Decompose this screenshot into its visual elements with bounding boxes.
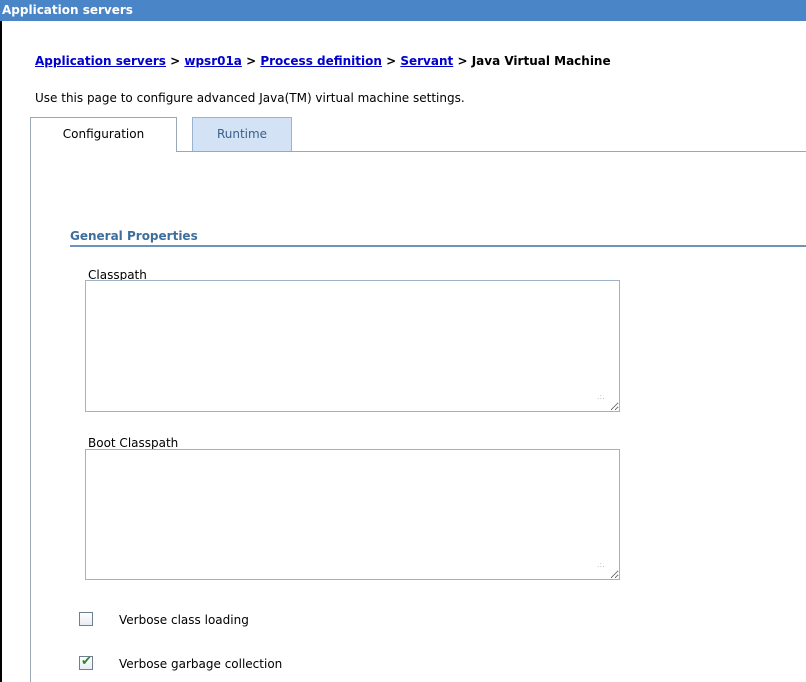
breadcrumb-link-process-definition[interactable]: Process definition — [260, 54, 382, 68]
boot-classpath-textarea[interactable] — [85, 449, 620, 580]
breadcrumb-link-application-servers[interactable]: Application servers — [35, 54, 166, 68]
tab-runtime[interactable]: Runtime — [192, 117, 292, 152]
classpath-textarea[interactable] — [85, 280, 620, 412]
verbose-class-loading-label: Verbose class loading — [119, 613, 249, 627]
window-title: Application servers — [2, 3, 133, 17]
breadcrumb-link-servant[interactable]: Servant — [400, 54, 453, 68]
section-divider — [70, 245, 806, 247]
app-frame: Application servers Application servers … — [0, 0, 806, 682]
verbose-class-loading-checkbox[interactable] — [79, 612, 93, 626]
breadcrumb-link-wpsr01a[interactable]: wpsr01a — [184, 54, 242, 68]
breadcrumb-current: Java Virtual Machine — [471, 54, 611, 68]
section-heading-general-properties: General Properties — [70, 229, 198, 243]
tab-configuration[interactable]: Configuration — [30, 117, 177, 152]
check-mark-icon: ✔ — [81, 654, 92, 669]
page-description: Use this page to configure advanced Java… — [35, 91, 465, 105]
breadcrumb: Application servers > wpsr01a > Process … — [35, 54, 611, 68]
verbose-gc-label: Verbose garbage collection — [119, 657, 283, 671]
tab-divider — [177, 151, 806, 152]
breadcrumb-separator: > — [457, 54, 472, 68]
verbose-gc-checkbox[interactable]: ✔ — [79, 654, 93, 670]
left-border — [0, 21, 2, 682]
breadcrumb-separator: > — [170, 54, 185, 68]
boot-classpath-label: Boot Classpath — [88, 436, 179, 450]
breadcrumb-separator: > — [246, 54, 261, 68]
window-title-bar: Application servers — [0, 0, 806, 21]
tab-panel-border — [30, 151, 31, 682]
breadcrumb-separator: > — [386, 54, 401, 68]
